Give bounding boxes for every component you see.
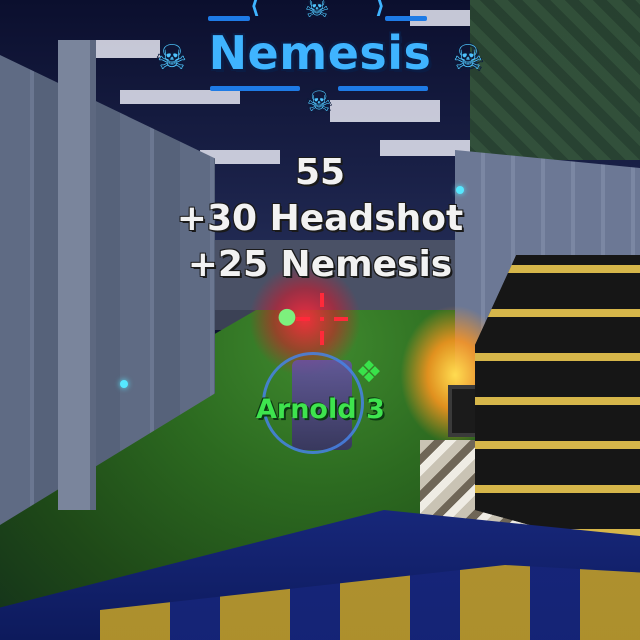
enemy-name-tag: Arnold 3 (256, 394, 385, 425)
crosshair-top (320, 293, 324, 307)
light-dot (120, 380, 128, 388)
banner-divider (208, 16, 250, 21)
headshot-bonus: +30 Headshot (176, 198, 464, 239)
nemesis-banner: ⟨ ⟩ ☠ ☠ Nemesis ☠ ☠ (0, 0, 640, 130)
nemesis-title: Nemesis (208, 26, 432, 80)
banner-divider (338, 86, 428, 91)
skull-icon: ☠ (156, 38, 188, 78)
crosshair-center (320, 317, 324, 321)
crosshair (296, 293, 348, 345)
chevron-icon: ⟨ (250, 0, 261, 19)
banner-divider (385, 16, 427, 21)
skull-icon: ☠ (304, 0, 330, 24)
grenade-icon: ● (277, 304, 297, 329)
skull-icon: ☠ (452, 38, 484, 78)
score-popup: 55 +30 Headshot +25 Nemesis (120, 150, 520, 288)
player-weapon (475, 255, 640, 555)
banner-divider (210, 86, 300, 91)
crosshair-left (296, 317, 310, 321)
paw-icon: ❖ (355, 355, 383, 390)
crosshair-right (334, 317, 348, 321)
skull-icon: ☠ (306, 85, 332, 118)
nemesis-bonus: +25 Nemesis (187, 244, 453, 285)
crosshair-bottom (320, 331, 324, 345)
chevron-icon: ⟩ (375, 0, 386, 19)
score-total: 55 (294, 152, 346, 193)
